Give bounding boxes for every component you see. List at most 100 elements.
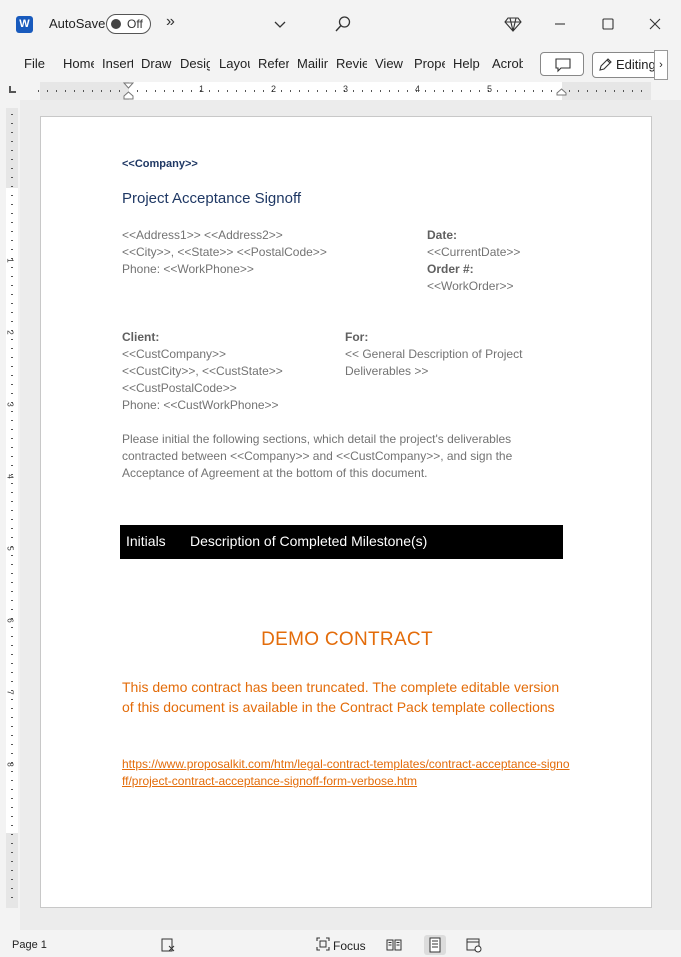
ruler-tick: [227, 90, 228, 92]
ruler-number: 7: [5, 690, 15, 695]
ruler-tick: [11, 861, 13, 862]
ruler-tick: [11, 888, 13, 889]
ruler-tick: [11, 348, 13, 349]
client-line: <<CustPostalCode>>: [122, 381, 237, 395]
for-value: << General Description of Project Delive…: [345, 347, 523, 378]
contract-pack-link[interactable]: https://www.proposalkit.com/htm/legal-co…: [122, 756, 572, 790]
autosave-toggle[interactable]: Off: [106, 14, 151, 34]
client-line: <<CustCompany>>: [122, 347, 227, 361]
print-layout-button[interactable]: [424, 935, 446, 955]
vertical-ruler[interactable]: 1 2 3 4 5 6 7 8: [6, 108, 18, 908]
tab-properties[interactable]: Properties: [414, 56, 445, 71]
chevron-down-icon[interactable]: [272, 16, 288, 32]
tab-references[interactable]: References: [258, 56, 289, 71]
pencil-icon: [599, 58, 612, 71]
tab-mailings[interactable]: Mailings: [297, 56, 328, 71]
horizontal-ruler[interactable]: 1 2 3 4 5: [0, 82, 681, 100]
ruler-tick: [11, 141, 13, 142]
tab-design[interactable]: Design: [180, 56, 210, 71]
tab-insert[interactable]: Insert: [102, 56, 133, 71]
ruler-tick: [11, 627, 13, 628]
sender-address[interactable]: <<Address1>> <<Address2>> <<City>>, <<St…: [122, 227, 327, 278]
ruler-tick: [65, 90, 66, 92]
ruler-tick: [11, 843, 13, 844]
search-icon[interactable]: [334, 15, 352, 33]
focus-icon: [316, 937, 330, 951]
ruler-tick: [308, 90, 309, 92]
document-title[interactable]: Project Acceptance Signoff: [122, 190, 301, 207]
order-value: <<WorkOrder>>: [427, 279, 514, 293]
ruler-tick: [11, 645, 13, 646]
tab-draw[interactable]: Draw: [141, 56, 172, 71]
ruler-number: 3: [343, 84, 349, 94]
ruler-tick: [11, 789, 13, 790]
ruler-tick: [11, 195, 13, 196]
close-icon[interactable]: [643, 12, 667, 36]
left-indent-marker[interactable]: [123, 82, 134, 100]
tab-help[interactable]: Help: [453, 56, 483, 71]
tab-file[interactable]: File: [24, 56, 46, 71]
client-line: <<CustCity>>, <<CustState>>: [122, 364, 283, 378]
minimize-icon[interactable]: [548, 12, 572, 36]
ribbon-scroll-right-button[interactable]: ›: [654, 50, 668, 80]
ruler-tick: [11, 582, 13, 583]
editing-label: Editing: [616, 57, 656, 72]
ruler-tick: [11, 537, 13, 538]
document-page[interactable]: <<Company>> Project Acceptance Signoff <…: [40, 116, 652, 908]
ruler-tick: [362, 90, 363, 92]
tab-selector-icon[interactable]: [9, 86, 16, 93]
ruler-top-margin: [6, 108, 18, 188]
tab-layout[interactable]: Layout: [219, 56, 250, 71]
company-name[interactable]: <<Company>>: [122, 158, 198, 170]
date-order-block[interactable]: Date: <<CurrentDate>> Order #: <<WorkOrd…: [427, 227, 520, 295]
intro-paragraph[interactable]: Please initial the following sections, w…: [122, 431, 562, 482]
for-block[interactable]: For: << General Description of Project D…: [345, 329, 545, 380]
ruler-tick: [461, 90, 462, 92]
status-bar: Page 1 Focus: [0, 933, 681, 957]
diamond-icon[interactable]: [504, 15, 522, 33]
client-block[interactable]: Client: <<CustCompany>> <<CustCity>>, <<…: [122, 329, 283, 414]
milestone-table-header[interactable]: Initials Description of Completed Milest…: [120, 525, 563, 559]
more-commands-icon[interactable]: »: [166, 13, 175, 31]
ruler-tick: [497, 90, 498, 92]
ruler-tick: [11, 132, 13, 133]
ruler-tick: [209, 90, 210, 92]
read-mode-icon[interactable]: [386, 937, 402, 953]
ruler-tick: [11, 231, 13, 232]
web-layout-icon[interactable]: [466, 937, 482, 953]
ruler-tick: [11, 699, 13, 700]
ruler-tick: [605, 90, 606, 92]
tab-home[interactable]: Home: [63, 56, 94, 71]
ruler-tick: [11, 339, 13, 340]
ruler-tick: [11, 555, 13, 556]
ruler-tick: [11, 456, 13, 457]
ruler-tick: [371, 90, 372, 92]
tab-review[interactable]: Review: [336, 56, 367, 71]
proofing-icon[interactable]: [160, 937, 176, 953]
demo-notice[interactable]: This demo contract has been truncated. T…: [122, 677, 562, 717]
demo-contract-heading[interactable]: DEMO CONTRACT: [41, 629, 653, 651]
ruler-tick: [11, 816, 13, 817]
ruler-tick: [11, 609, 13, 610]
ruler-tick: [11, 528, 13, 529]
ruler-tick: [326, 90, 327, 92]
tab-acrobat[interactable]: Acrobat: [492, 56, 523, 71]
ruler-tick: [11, 213, 13, 214]
ruler-tick: [137, 90, 138, 92]
ruler-tick: [119, 90, 120, 92]
ruler-tick: [614, 90, 615, 92]
order-label: Order #:: [427, 262, 474, 276]
ruler-tick: [452, 90, 453, 92]
tab-view[interactable]: View: [375, 56, 404, 71]
focus-mode-button[interactable]: Focus: [316, 937, 366, 956]
ruler-tick: [173, 90, 174, 92]
comments-button[interactable]: [540, 52, 584, 76]
ruler-tick: [11, 240, 13, 241]
ruler-tick: [11, 735, 13, 736]
page-indicator[interactable]: Page 1: [12, 939, 47, 951]
right-indent-marker[interactable]: [556, 88, 567, 96]
ruler-tick: [11, 249, 13, 250]
ruler-tick: [11, 114, 13, 115]
ruler-tick: [11, 708, 13, 709]
maximize-icon[interactable]: [596, 12, 620, 36]
